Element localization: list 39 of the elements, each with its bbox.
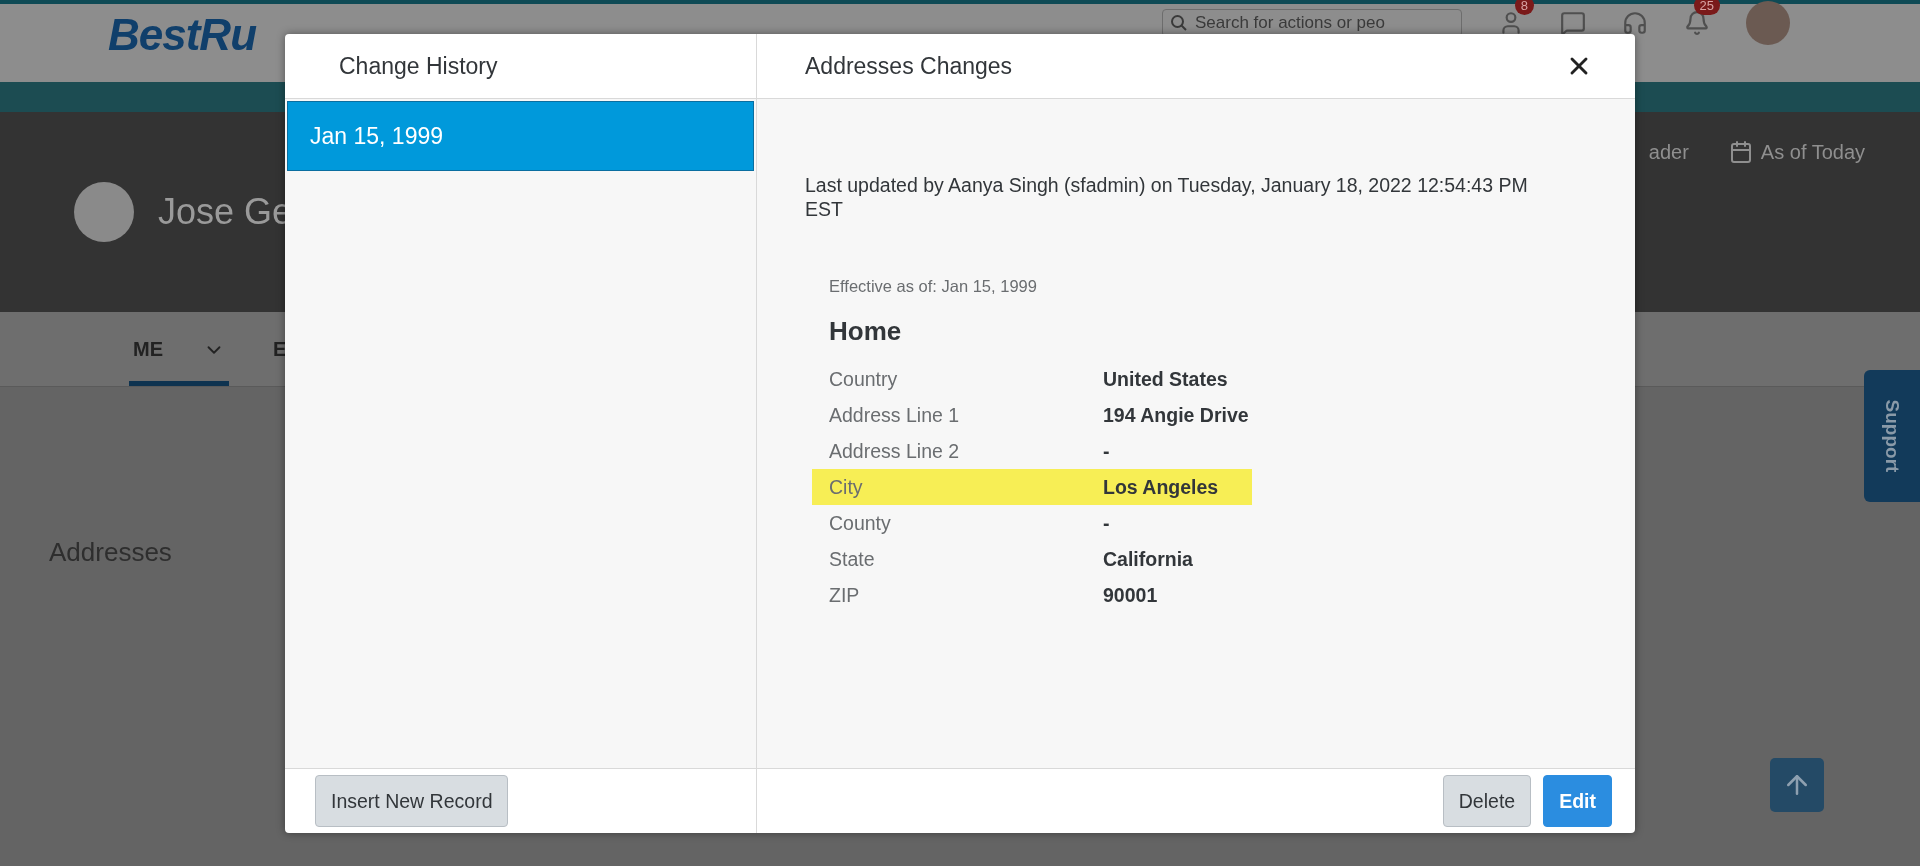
search-placeholder: Search for actions or peo	[1195, 13, 1385, 33]
section-tab[interactable]: ME	[129, 338, 229, 386]
last-updated-text: Last updated by Aanya Singh (sfadmin) on Tuesday, January 18, 2022 12:54:43 PM EST	[805, 173, 1529, 221]
person-avatar	[74, 182, 134, 242]
dialog-title: Addresses Changes	[805, 52, 1013, 80]
field-label: Address Line 1	[829, 403, 961, 427]
support-tab[interactable]: Support	[1864, 370, 1920, 502]
dialog-pane-title: Change History	[339, 52, 498, 80]
address-type: Home	[829, 316, 903, 347]
dialog-button[interactable]: Edit	[1543, 775, 1612, 827]
chat-icon[interactable]	[1560, 10, 1586, 36]
as-of-date[interactable]: As of Today	[1760, 140, 1865, 164]
dialog-button[interactable]: Delete	[1442, 775, 1532, 827]
field-value: 90001	[1103, 583, 1159, 607]
effective-date: Effective as of: Jan 15, 1999	[829, 277, 1038, 296]
user-avatar[interactable]	[1746, 1, 1790, 45]
field-label: County	[829, 511, 892, 535]
field-value: -	[1103, 511, 1111, 535]
header-action[interactable]: ader	[1648, 140, 1689, 164]
scroll-top-button[interactable]	[1770, 758, 1824, 812]
notification-count: 25	[1693, 0, 1720, 15]
field-label: ZIP	[829, 583, 861, 607]
field-label: State	[829, 547, 876, 571]
headset-icon[interactable]	[1622, 10, 1648, 36]
notification-count: 8	[1514, 0, 1534, 15]
calendar-icon[interactable]	[1728, 140, 1753, 164]
field-value: United States	[1103, 367, 1229, 391]
field-label: City	[829, 475, 864, 499]
field-value: 194 Angie Drive	[1103, 403, 1250, 427]
field-value: Los Angeles	[1103, 475, 1220, 499]
field-label: Country	[829, 367, 899, 391]
logo: BestRu	[108, 10, 257, 60]
field-value: California	[1103, 547, 1194, 571]
field-label: Address Line 2	[829, 439, 961, 463]
bell-icon[interactable]	[1684, 10, 1710, 36]
field-value: -	[1103, 439, 1111, 463]
history-item[interactable]: Jan 15, 1999	[287, 101, 754, 171]
insert-record-button[interactable]: Insert New Record	[315, 775, 509, 827]
search-icon	[1171, 15, 1187, 31]
